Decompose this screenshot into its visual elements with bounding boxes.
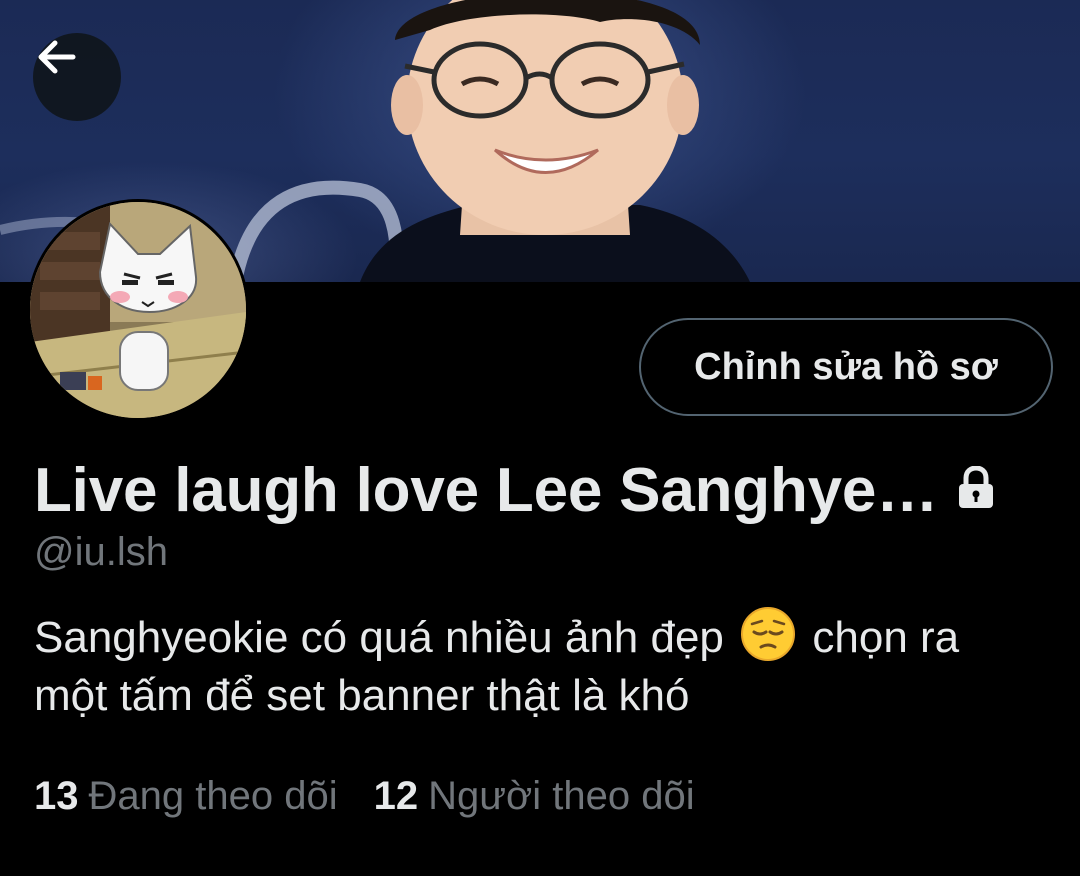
following-label: Đang theo dõi (88, 774, 338, 818)
back-arrow-icon (38, 40, 76, 74)
lock-icon (956, 466, 996, 510)
follow-stats: 13 Đang theo dõi 12 Người theo dõi (34, 770, 695, 822)
profile-bio: Sanghyeokie có quá nhiều ảnh đẹp chọn ra… (34, 606, 1044, 725)
following-stat[interactable]: 13 Đang theo dõi (34, 770, 338, 822)
pensive-face-emoji (741, 607, 796, 661)
profile-avatar[interactable] (27, 199, 249, 421)
edit-profile-button[interactable]: Chỉnh sửa hồ sơ (639, 318, 1053, 416)
profile-page: Chỉnh sửa hồ sơ Live laugh love Lee Sang… (0, 0, 1080, 876)
followers-count: 12 (373, 774, 419, 818)
following-count: 13 (34, 774, 79, 818)
followers-label: Người theo dõi (428, 774, 695, 818)
display-name-row: Live laugh love Lee Sanghye… (34, 452, 1054, 528)
followers-stat[interactable]: 12 Người theo dõi (374, 770, 695, 822)
avatar-image (30, 202, 246, 418)
display-name: Live laugh love Lee Sanghye… (34, 455, 938, 525)
user-handle: @iu.lsh (34, 530, 168, 574)
back-button[interactable] (33, 33, 121, 121)
bio-text-part1: Sanghyeokie có quá nhiều ảnh đẹp (34, 613, 724, 662)
